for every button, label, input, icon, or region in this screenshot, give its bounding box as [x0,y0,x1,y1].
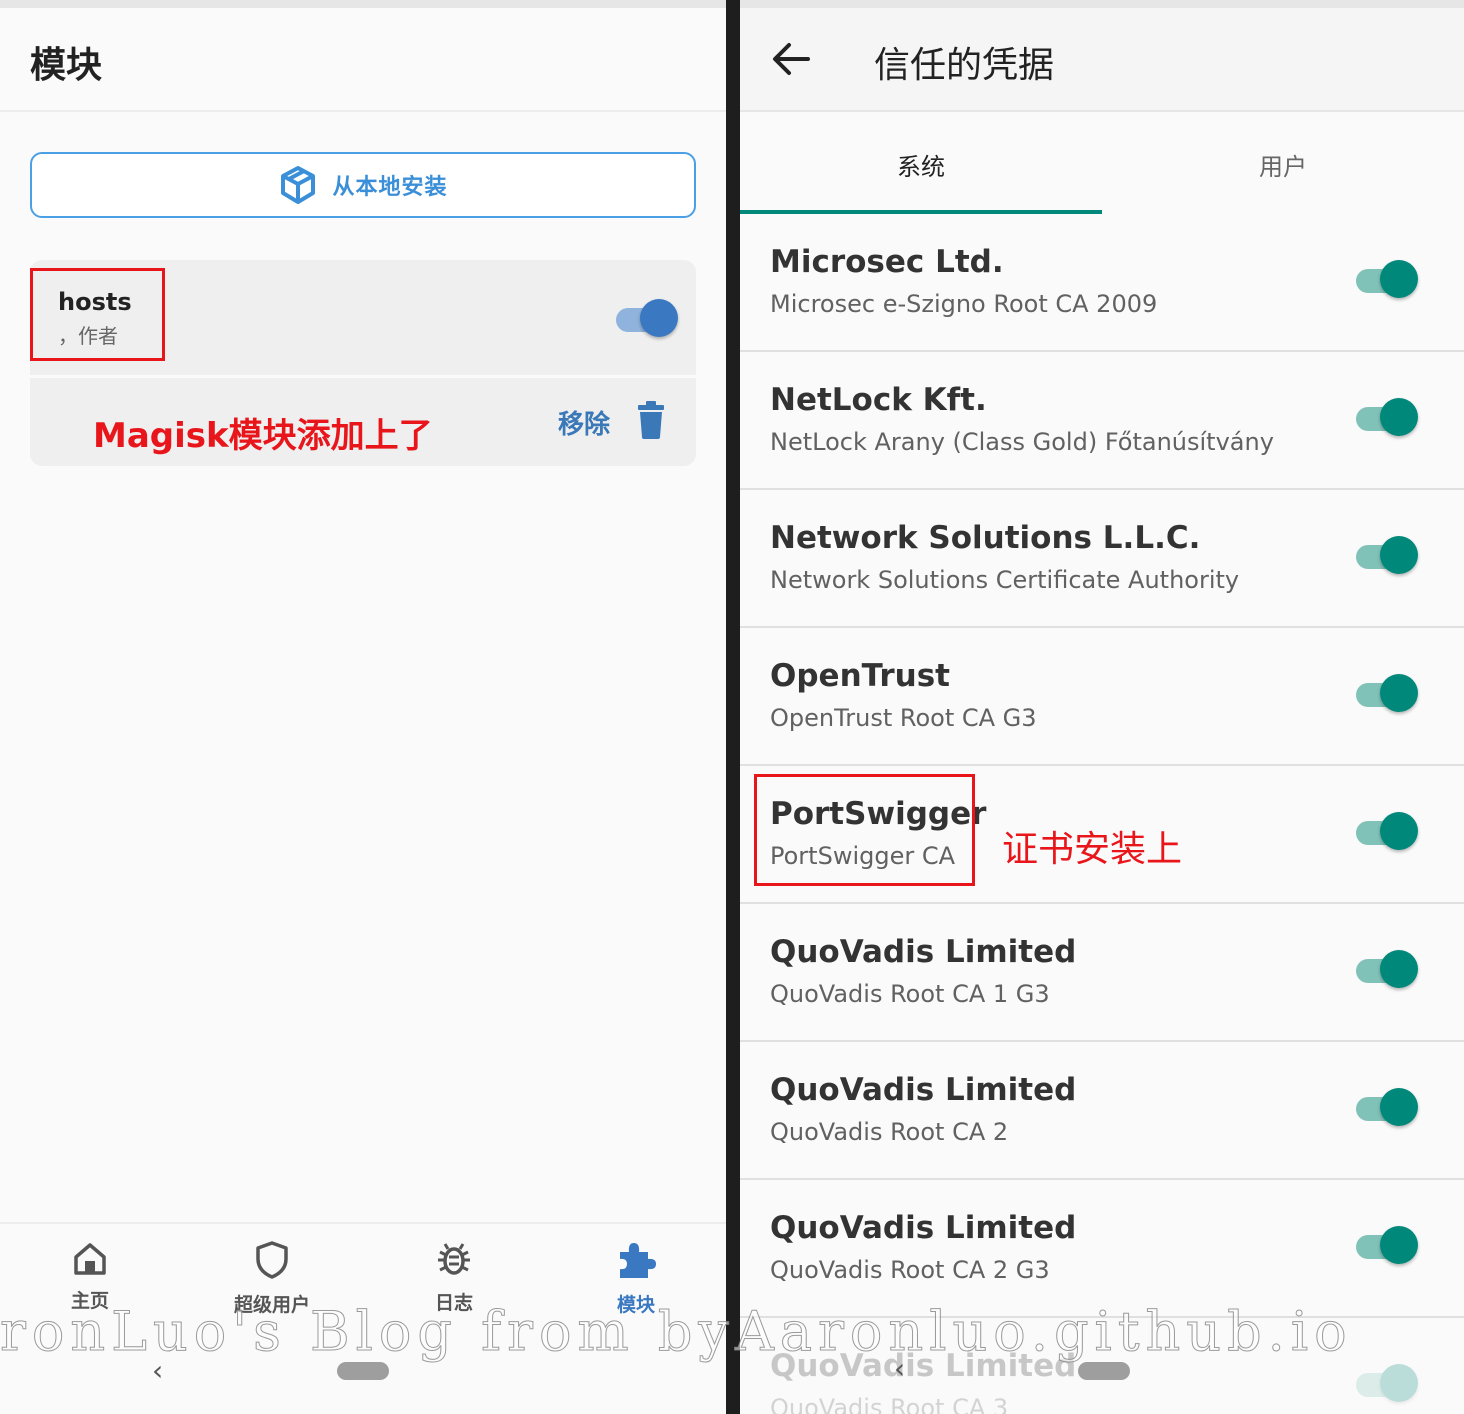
cert-enable-switch[interactable] [1356,1225,1418,1265]
cert-common-name: QuoVadis Root CA 2 G3 [770,1256,1050,1284]
list-item[interactable]: QuoVadis Limited QuoVadis Root CA 2 G3 [740,1180,1464,1318]
nav-home[interactable]: 主页 [25,1240,155,1313]
highlight-box-portswigger [754,774,975,886]
cert-organization: Microsec Ltd. [770,244,1004,280]
module-enable-switch[interactable] [616,298,678,338]
panel-separator [726,0,740,1414]
cert-enable-switch[interactable] [1356,1087,1418,1127]
cert-enable-switch[interactable] [1356,535,1418,575]
page-title: 信任的凭据 [874,45,1055,86]
cert-common-name: Microsec e-Szigno Root CA 2009 [770,290,1158,318]
cert-enable-switch[interactable] [1356,1363,1418,1403]
cert-organization: OpenTrust [770,658,951,694]
bottom-navigation: 主页 超级用户 日志 模块 [0,1222,726,1322]
cert-enable-switch[interactable] [1356,949,1418,989]
install-from-storage-button[interactable]: 从本地安装 [30,152,696,218]
cert-common-name: QuoVadis Root CA 3 [770,1394,1009,1414]
list-item[interactable]: OpenTrust OpenTrust Root CA G3 [740,628,1464,766]
install-button-label: 从本地安装 [332,175,448,200]
nav-logs-label: 日志 [434,1292,473,1314]
cert-enable-switch[interactable] [1356,397,1418,437]
bug-icon [438,1243,470,1275]
trash-icon[interactable] [636,401,666,439]
trusted-credentials-screen: 信任的凭据 系统 用户 Microsec Ltd. Microsec e-Szi… [740,0,1464,1414]
list-item[interactable]: Microsec Ltd. Microsec e-Szigno Root CA … [740,214,1464,352]
highlight-box-module [30,268,165,361]
system-back-button[interactable]: ‹ [894,1352,905,1385]
cert-organization: NetLock Kft. [770,382,987,418]
card-divider [30,375,696,378]
cert-organization: Network Solutions L.L.C. [770,520,1201,556]
cert-common-name: QuoVadis Root CA 2 [770,1118,1009,1146]
nav-modules-label: 模块 [616,1294,655,1316]
list-item[interactable]: NetLock Kft. NetLock Arany (Class Gold) … [740,352,1464,490]
nav-logs[interactable]: 日志 [389,1240,519,1315]
nav-modules[interactable]: 模块 [571,1240,701,1317]
cert-common-name: QuoVadis Root CA 1 G3 [770,980,1050,1008]
cert-enable-switch[interactable] [1356,811,1418,851]
nav-home-label: 主页 [70,1290,109,1312]
cert-common-name: OpenTrust Root CA G3 [770,704,1037,732]
cert-common-name: NetLock Arany (Class Gold) Főtanúsítvány [770,428,1274,456]
app-bar: 模块 [0,8,726,112]
tab-system[interactable]: 系统 [740,114,1102,214]
status-bar [0,0,726,8]
app-bar: 信任的凭据 [740,8,1464,112]
cert-organization: QuoVadis Limited [770,1348,1077,1384]
nav-superuser-label: 超级用户 [233,1294,310,1316]
magisk-modules-screen: 模块 从本地安装 hosts ，作者 移除 Magisk模块添加上了 主页 超级… [0,0,726,1414]
puzzle-icon [620,1243,656,1278]
system-home-pill[interactable] [337,1362,389,1380]
list-item[interactable]: QuoVadis Limited QuoVadis Root CA 2 [740,1042,1464,1180]
system-home-pill[interactable] [1078,1362,1130,1380]
system-navigation-bar: ‹ [0,1322,726,1414]
annotation-cert-installed: 证书安装上 [1002,829,1183,870]
shield-icon [256,1241,288,1279]
list-item[interactable]: QuoVadis Limited QuoVadis Root CA 1 G3 [740,904,1464,1042]
list-item[interactable]: Network Solutions L.L.C. Network Solutio… [740,490,1464,628]
cert-enable-switch[interactable] [1356,673,1418,713]
home-icon [74,1243,106,1275]
cert-organization: QuoVadis Limited [770,934,1077,970]
cert-enable-switch[interactable] [1356,259,1418,299]
back-arrow-icon[interactable] [772,42,810,76]
tab-user[interactable]: 用户 [1102,114,1464,214]
system-back-button[interactable]: ‹ [152,1354,163,1387]
cert-organization: QuoVadis Limited [770,1072,1077,1108]
page-title: 模块 [30,45,103,86]
tab-bar: 系统 用户 [740,114,1464,214]
cert-common-name: Network Solutions Certificate Authority [770,566,1240,594]
cert-organization: QuoVadis Limited [770,1210,1077,1246]
annotation-module-added: Magisk模块添加上了 [93,416,433,456]
nav-superuser[interactable]: 超级用户 [207,1240,337,1317]
remove-button[interactable]: 移除 [558,404,610,441]
package-icon [281,166,316,204]
status-bar [740,0,1464,8]
